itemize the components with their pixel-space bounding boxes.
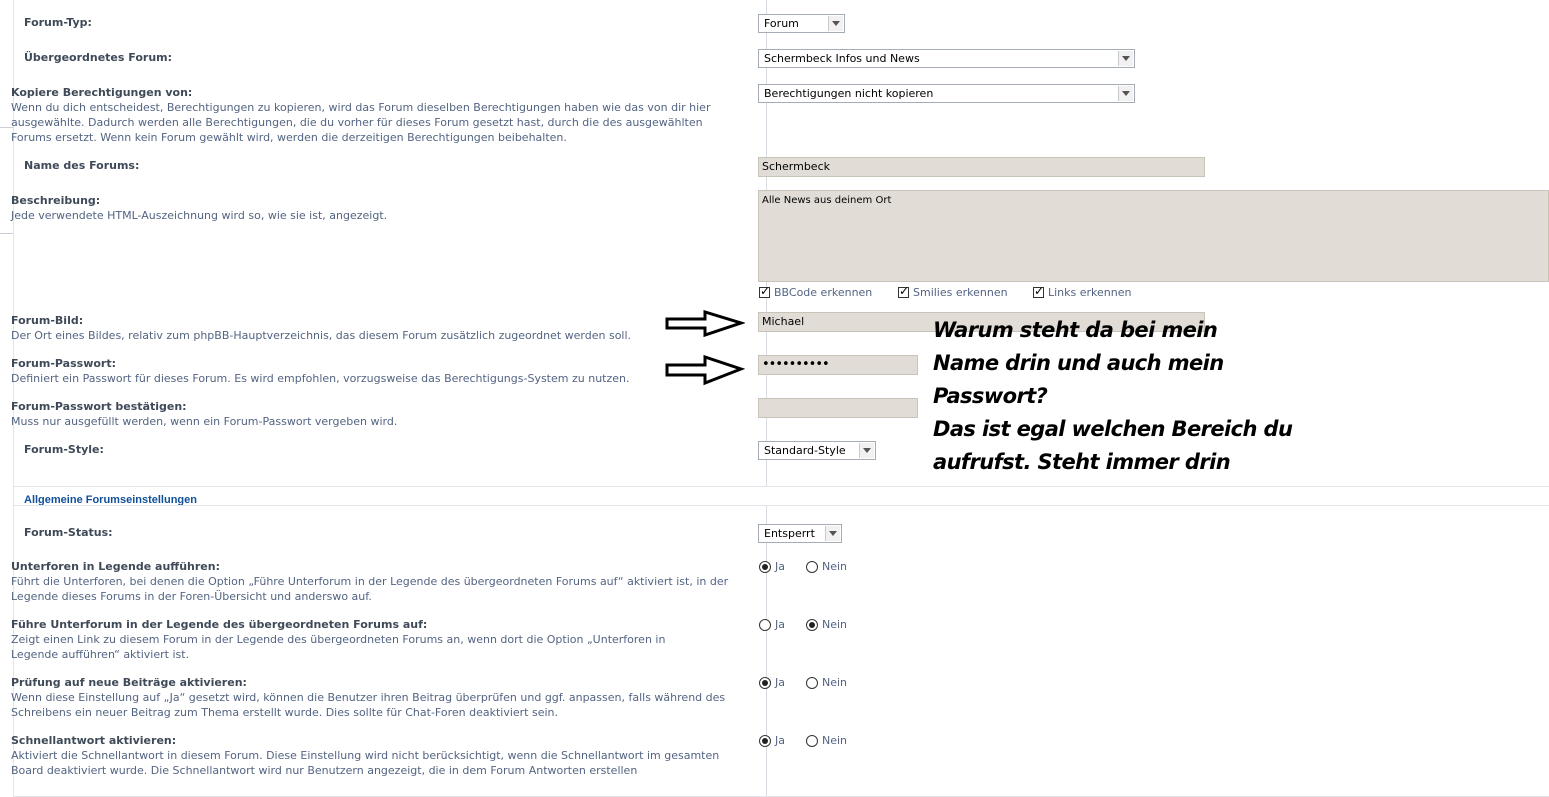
parent-forum-label: Übergeordnetes Forum:	[24, 51, 173, 64]
forum-password-confirm-input[interactable]	[758, 398, 918, 418]
forum-status-label: Forum-Status:	[24, 526, 113, 539]
checkbox-icon[interactable]	[898, 284, 909, 298]
forum-status-select[interactable]: Entsperrt	[758, 524, 842, 543]
legend-subforums-no-radio[interactable]: Nein	[806, 560, 847, 573]
forum-password-confirm-desc: Muss nur ausgefüllt werden, wenn ein For…	[11, 415, 398, 428]
radio-icon[interactable]	[806, 676, 818, 689]
chevron-down-icon	[828, 16, 843, 31]
radio-icon[interactable]	[759, 734, 771, 747]
chevron-down-icon	[1118, 86, 1133, 101]
no-label: Nein	[822, 560, 848, 573]
chevron-down-icon	[825, 526, 840, 541]
forum-password-desc: Definiert ein Passwort für dieses Forum.…	[11, 372, 630, 385]
show-in-parent-legend-label: Führe Unterforum in der Legende des über…	[11, 618, 428, 631]
post-review-yes-radio[interactable]: Ja	[759, 676, 785, 689]
yes-label: Ja	[775, 618, 785, 631]
quick-reply-yes-radio[interactable]: Ja	[759, 734, 785, 747]
no-label: Nein	[822, 618, 848, 631]
annotation-line: Das ist egal welchen Bereich du	[933, 417, 1293, 441]
annotation-line: aufrufst. Steht immer drin	[933, 450, 1231, 474]
legend-subforums-label: Unterforen in Legende aufführen:	[11, 560, 220, 573]
legend-subforums-desc: Führt die Unterforen, bei denen die Opti…	[11, 575, 729, 603]
annotation-line: Name drin und auch mein	[933, 351, 1224, 375]
bbcode-checkbox[interactable]: BBCode erkennen	[759, 284, 873, 299]
show-in-parent-legend-yes-radio[interactable]: Ja	[759, 618, 785, 631]
post-review-label: Prüfung auf neue Beiträge aktivieren:	[11, 676, 247, 689]
forum-style-select[interactable]: Standard-Style	[758, 441, 876, 460]
forum-type-value: Forum	[764, 17, 799, 30]
quick-reply-desc: Aktiviert die Schnellantwort in diesem F…	[11, 749, 720, 777]
forum-name-input[interactable]: Schermbeck	[758, 157, 1205, 177]
description-textarea[interactable]: Alle News aus deinem Ort	[758, 190, 1549, 282]
forum-name-label: Name des Forums:	[24, 159, 140, 172]
forum-style-value: Standard-Style	[764, 444, 846, 457]
copy-permissions-value: Berechtigungen nicht kopieren	[764, 87, 934, 100]
copy-permissions-desc: Wenn du dich entscheidest, Berechtigunge…	[11, 101, 711, 144]
bbcode-label: BBCode erkennen	[774, 286, 873, 299]
forum-image-label: Forum-Bild:	[11, 314, 84, 327]
annotation-text: Warum steht da bei mein Name drin und au…	[933, 314, 1353, 479]
radio-icon[interactable]	[806, 734, 818, 747]
show-in-parent-legend-no-radio[interactable]: Nein	[806, 618, 847, 631]
smilies-checkbox[interactable]: Smilies erkennen	[898, 284, 1008, 299]
radio-icon[interactable]	[759, 618, 771, 631]
links-checkbox[interactable]: Links erkennen	[1033, 284, 1132, 299]
annotation-line: Passwort?	[933, 384, 1048, 408]
copy-permissions-select[interactable]: Berechtigungen nicht kopieren	[758, 84, 1135, 103]
column-divider	[766, 506, 767, 796]
radio-icon[interactable]	[806, 560, 818, 573]
forum-type-select[interactable]: Forum	[758, 14, 845, 33]
post-review-no-radio[interactable]: Nein	[806, 676, 847, 689]
radio-icon[interactable]	[759, 676, 771, 689]
parent-forum-select[interactable]: Schermbeck Infos und News	[758, 49, 1135, 68]
checkbox-icon[interactable]	[759, 284, 770, 298]
radio-icon[interactable]	[806, 618, 818, 631]
forum-password-confirm-label: Forum-Passwort bestätigen:	[11, 400, 187, 413]
forum-type-label: Forum-Typ:	[24, 16, 92, 29]
annotation-arrow-icon	[665, 355, 745, 386]
checkbox-icon[interactable]	[1033, 284, 1044, 298]
yes-label: Ja	[775, 676, 785, 689]
forum-password-input[interactable]: ••••••••••	[758, 355, 918, 375]
copy-permissions-label: Kopiere Berechtigungen von:	[11, 86, 193, 99]
forum-status-value: Entsperrt	[764, 527, 815, 540]
show-in-parent-legend-desc: Zeigt einen Link zu diesem Forum in der …	[11, 633, 666, 661]
forum-image-desc: Der Ort eines Bildes, relativ zum phpBB-…	[11, 329, 632, 342]
forum-style-label: Forum-Style:	[24, 443, 104, 456]
post-review-desc: Wenn diese Einstellung auf „Ja“ gesetzt …	[11, 691, 726, 719]
links-label: Links erkennen	[1048, 286, 1132, 299]
yes-label: Ja	[775, 734, 785, 747]
description-desc: Jede verwendete HTML-Auszeichnung wird s…	[11, 209, 388, 222]
annotation-arrow-icon	[665, 310, 745, 338]
no-label: Nein	[822, 734, 848, 747]
no-label: Nein	[822, 676, 848, 689]
yes-label: Ja	[775, 560, 785, 573]
legend-subforums-yes-radio[interactable]: Ja	[759, 560, 785, 573]
chevron-down-icon	[859, 443, 874, 458]
annotation-line: Warum steht da bei mein	[933, 318, 1218, 342]
quick-reply-no-radio[interactable]: Nein	[806, 734, 847, 747]
chevron-down-icon	[1118, 51, 1133, 66]
radio-icon[interactable]	[759, 560, 771, 573]
description-label: Beschreibung:	[11, 194, 101, 207]
parent-forum-value: Schermbeck Infos und News	[764, 52, 920, 65]
forum-password-label: Forum-Passwort:	[11, 357, 116, 370]
quick-reply-label: Schnellantwort aktivieren:	[11, 734, 177, 747]
smilies-label: Smilies erkennen	[913, 286, 1008, 299]
